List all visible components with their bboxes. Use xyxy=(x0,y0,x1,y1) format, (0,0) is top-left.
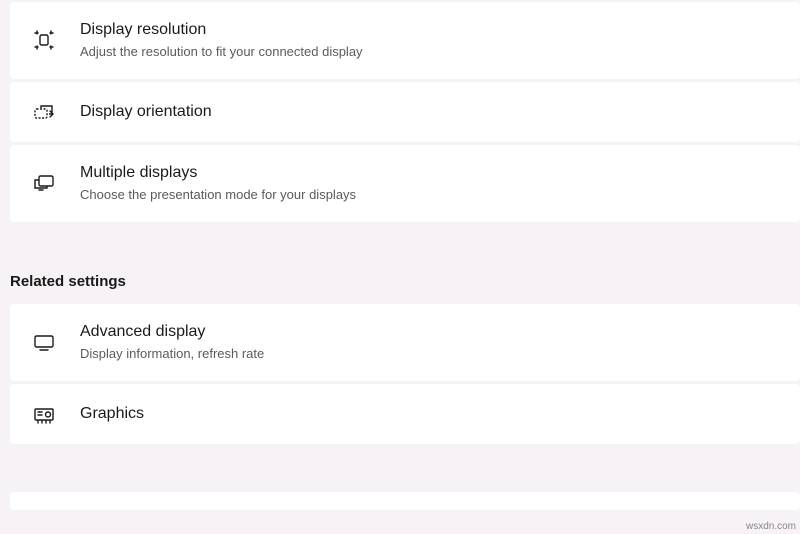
setting-item-text: Graphics xyxy=(80,404,144,425)
related-settings-header: Related settings xyxy=(0,257,800,304)
setting-item-text: Display resolution Adjust the resolution… xyxy=(80,20,363,61)
related-settings-group: Advanced display Display information, re… xyxy=(0,304,800,447)
resolution-icon xyxy=(32,28,56,52)
setting-item-subtitle: Choose the presentation mode for your di… xyxy=(80,186,356,204)
setting-item-title: Display resolution xyxy=(80,20,363,41)
main-settings-group: Display resolution Adjust the resolution… xyxy=(0,0,800,225)
setting-item-multiple-displays[interactable]: Multiple displays Choose the presentatio… xyxy=(10,145,800,222)
setting-item-title: Graphics xyxy=(80,404,144,425)
setting-item-text: Display orientation xyxy=(80,102,212,123)
setting-item-subtitle: Adjust the resolution to fit your connec… xyxy=(80,43,363,61)
multiple-displays-icon xyxy=(32,171,56,195)
setting-item-text: Multiple displays Choose the presentatio… xyxy=(80,163,356,204)
setting-item-text: Advanced display Display information, re… xyxy=(80,322,264,363)
watermark-text: wsxdn.com xyxy=(746,521,796,532)
setting-item-advanced-display[interactable]: Advanced display Display information, re… xyxy=(10,304,800,381)
setting-item-subtitle: Display information, refresh rate xyxy=(80,345,264,363)
setting-item-title: Display orientation xyxy=(80,102,212,123)
partial-card-bottom xyxy=(10,492,800,510)
setting-item-title: Advanced display xyxy=(80,322,264,343)
orientation-icon xyxy=(32,100,56,124)
advanced-display-icon xyxy=(32,330,56,354)
setting-item-display-resolution[interactable]: Display resolution Adjust the resolution… xyxy=(10,2,800,79)
setting-item-display-orientation[interactable]: Display orientation xyxy=(10,82,800,142)
setting-item-title: Multiple displays xyxy=(80,163,356,184)
graphics-icon xyxy=(32,402,56,426)
setting-item-graphics[interactable]: Graphics xyxy=(10,384,800,444)
